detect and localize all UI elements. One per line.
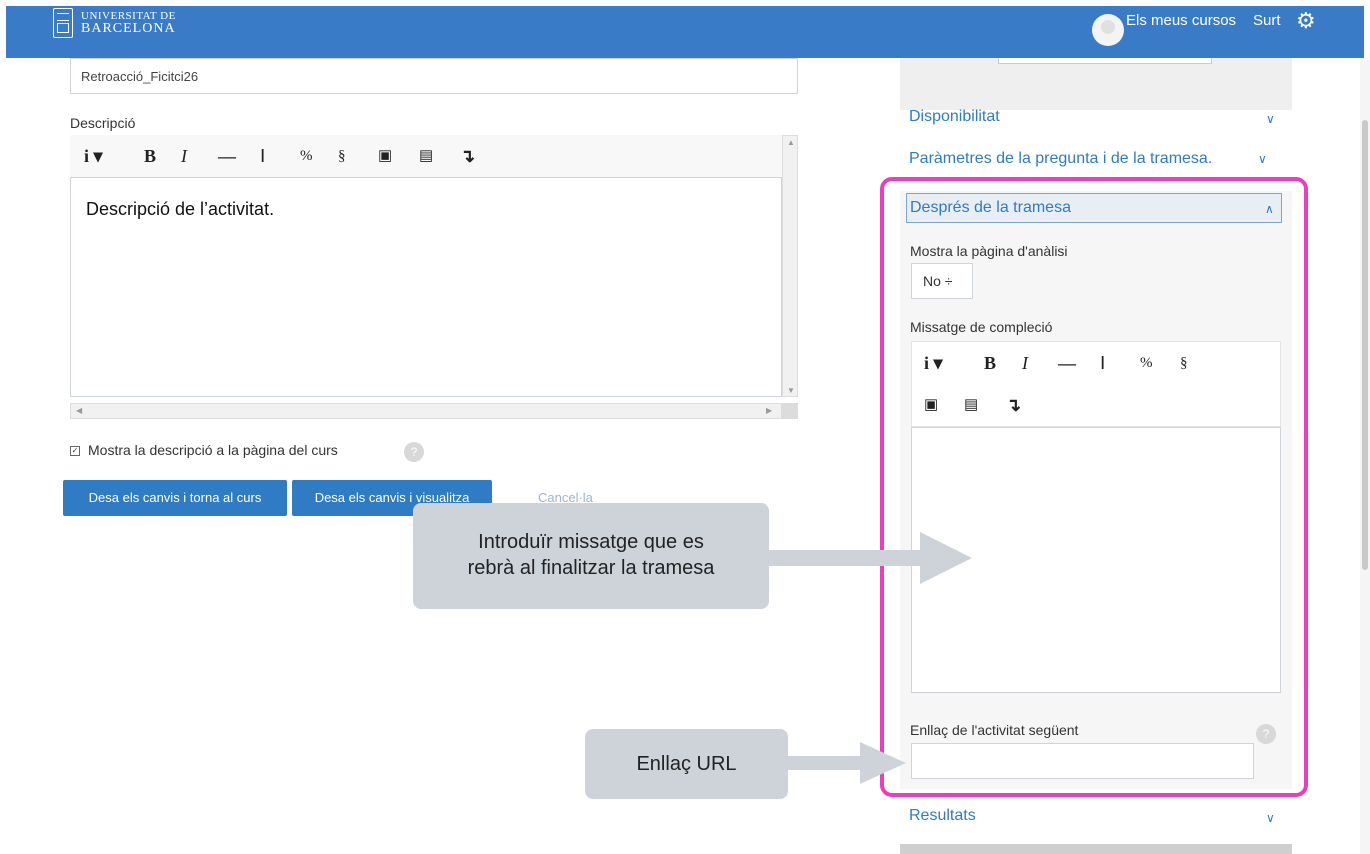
avatar[interactable] — [1092, 14, 1124, 46]
text-cursor-icon[interactable]: Ⅰ — [260, 143, 265, 169]
results-section-toggle[interactable]: Resultats — [909, 807, 976, 825]
more-icon[interactable]: ↴ — [460, 143, 475, 169]
editor-toolbar: i ▾ B I — Ⅰ % § ▣ ▤ ↴ — [70, 135, 782, 178]
university-logo[interactable]: UNIVERSITAT DE BARCELONA — [53, 8, 253, 48]
scroll-down-icon[interactable]: ▼ — [787, 386, 795, 395]
editor-horizontal-scrollbar[interactable] — [70, 403, 782, 419]
paragraph-style-icon[interactable]: i ▾ — [84, 143, 103, 169]
gear-icon[interactable]: ⚙ — [1296, 10, 1316, 32]
scroll-up-icon[interactable]: ▲ — [787, 138, 795, 147]
my-courses-link[interactable]: Els meus cursos — [1126, 12, 1236, 29]
save-and-return-button[interactable]: Desa els canvis i torna al curs — [63, 480, 287, 516]
previous-section-input[interactable] — [998, 58, 1212, 64]
media-icon[interactable]: ▤ — [419, 143, 433, 169]
image-icon[interactable]: ▣ — [378, 143, 392, 169]
show-description-label: Mostra la descripció a la pàgina del cur… — [88, 442, 338, 458]
logout-link[interactable]: Surt — [1253, 12, 1281, 29]
callout-completion-message: Introduïr missatge que es rebrà al final… — [413, 503, 769, 609]
checkbox-icon[interactable]: ✓ — [70, 446, 80, 457]
scroll-right-icon[interactable]: ▶ — [766, 406, 772, 415]
description-text[interactable]: Descripció de l’activitat. — [86, 199, 274, 220]
italic-icon[interactable]: I — [181, 143, 187, 169]
scroll-left-icon[interactable]: ◀ — [76, 406, 82, 415]
description-label: Descripció — [70, 115, 136, 131]
callout-line-1: Introduïr missatge que es — [478, 531, 704, 553]
chevron-down-icon[interactable]: ∨ — [1258, 152, 1267, 166]
question-params-section-toggle[interactable]: Paràmetres de la pregunta i de la trames… — [909, 150, 1212, 168]
help-icon[interactable]: ? — [404, 442, 424, 462]
arrow-icon — [760, 532, 972, 584]
next-section-panel — [900, 844, 1292, 854]
page-scrollbar-thumb[interactable] — [1362, 120, 1368, 570]
link-icon[interactable]: % — [300, 143, 313, 169]
scrollbar-corner — [782, 403, 798, 419]
horizontal-rule-icon[interactable]: — — [218, 143, 236, 169]
chevron-down-icon[interactable]: ∨ — [1266, 811, 1275, 825]
crest-icon — [53, 8, 73, 38]
show-description-checkbox[interactable]: ✓ Mostra la descripció a la pàgina del cu… — [70, 442, 338, 458]
arrow-icon — [780, 742, 906, 784]
callout-url: Enllaç URL — [585, 729, 788, 799]
callout-line-2: rebrà al finalitzar la tramesa — [467, 557, 715, 579]
bold-icon[interactable]: B — [144, 143, 156, 169]
editor-vertical-scrollbar[interactable] — [782, 135, 798, 397]
activity-name-input[interactable]: Retroacció_Ficitci26 — [70, 58, 798, 94]
chevron-down-icon[interactable]: ∨ — [1266, 112, 1275, 126]
unlink-icon[interactable]: § — [338, 143, 346, 169]
previous-section-panel — [900, 58, 1292, 110]
logo-line-2: BARCELONA — [81, 21, 176, 36]
highlight-frame — [880, 177, 1308, 797]
availability-section-toggle[interactable]: Disponibilitat — [909, 108, 1000, 126]
